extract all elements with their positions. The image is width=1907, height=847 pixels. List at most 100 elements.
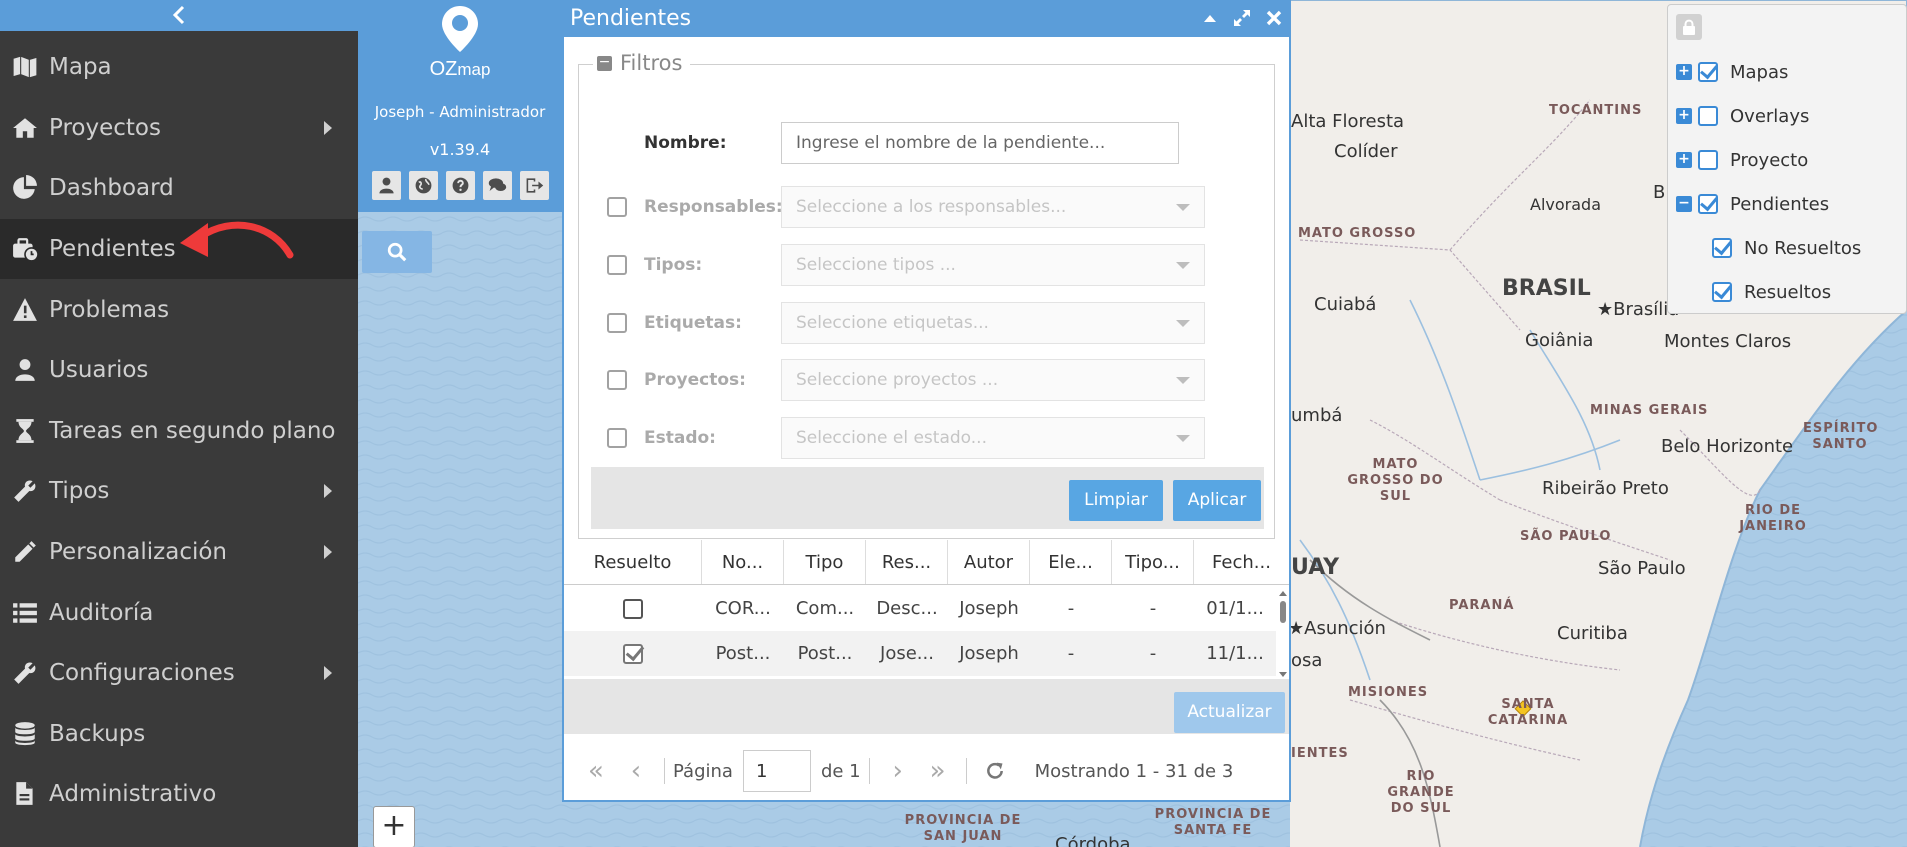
chevron-left-icon bbox=[172, 5, 185, 25]
logout-button[interactable] bbox=[520, 171, 549, 200]
filter-label: Proyectos: bbox=[644, 370, 746, 390]
sidebar-item-problemas[interactable]: Problemas bbox=[0, 279, 358, 340]
layer-checkbox[interactable] bbox=[1712, 282, 1732, 302]
column-header[interactable]: No... bbox=[702, 540, 784, 584]
column-header[interactable]: Res... bbox=[866, 540, 948, 584]
table-row[interactable]: COR... Com... Desc... Joseph - - 01/1... bbox=[564, 586, 1276, 631]
refresh-button[interactable]: Actualizar bbox=[1174, 692, 1285, 733]
maximize-button[interactable] bbox=[1231, 7, 1253, 29]
layer-resueltos[interactable]: Resueltos bbox=[1712, 279, 1831, 305]
lock-button[interactable] bbox=[1676, 14, 1702, 40]
next-page-button[interactable]: › bbox=[878, 751, 918, 791]
layer-checkbox[interactable] bbox=[1698, 194, 1718, 214]
prev-page-button[interactable]: ‹ bbox=[616, 751, 656, 791]
resolved-cell[interactable] bbox=[564, 631, 702, 676]
caret-right-icon bbox=[324, 666, 332, 681]
sidebar-item-proyectos[interactable]: Proyectos bbox=[0, 98, 358, 159]
layer-checkbox[interactable] bbox=[1698, 106, 1718, 126]
map-icon bbox=[8, 53, 42, 81]
sidebar-item-personalizacion[interactable]: Personalización bbox=[0, 522, 358, 583]
layer-pendientes[interactable]: − Pendientes bbox=[1676, 191, 1829, 217]
layer-proyecto[interactable]: + Proyecto bbox=[1676, 147, 1808, 173]
etiquetas-select[interactable]: Seleccione etiquetas... bbox=[781, 302, 1205, 344]
filter-checkbox[interactable] bbox=[607, 428, 627, 448]
page-input[interactable]: 1 bbox=[742, 750, 811, 792]
column-header[interactable]: Tipo... bbox=[1112, 540, 1194, 584]
layer-checkbox[interactable] bbox=[1698, 150, 1718, 170]
map-search-button[interactable] bbox=[362, 231, 432, 273]
sidebar-item-tipos[interactable]: Tipos bbox=[0, 461, 358, 522]
caret-right-icon bbox=[324, 545, 332, 560]
resolved-checkbox[interactable] bbox=[623, 643, 643, 664]
resolved-cell[interactable] bbox=[564, 586, 702, 631]
proyectos-select[interactable]: Seleccione proyectos ... bbox=[781, 359, 1205, 401]
minimize-button[interactable] bbox=[1199, 7, 1221, 29]
collapse-icon[interactable]: − bbox=[1676, 196, 1692, 212]
language-button[interactable] bbox=[409, 171, 438, 200]
filters-legend[interactable]: − Filtros bbox=[593, 51, 691, 75]
resolved-checkbox[interactable] bbox=[623, 598, 643, 619]
grid-scrollbar[interactable] bbox=[1277, 589, 1289, 679]
divider bbox=[664, 758, 665, 784]
layer-label: No Resueltos bbox=[1744, 237, 1862, 259]
apply-button[interactable]: Aplicar bbox=[1173, 480, 1261, 521]
sidebar-item-administrativo[interactable]: Administrativo bbox=[0, 764, 358, 825]
sidebar-item-mapa[interactable]: Mapa bbox=[0, 37, 358, 98]
sidebar-item-configuraciones[interactable]: Configuraciones bbox=[0, 643, 358, 704]
layer-overlays[interactable]: + Overlays bbox=[1676, 103, 1809, 129]
column-header[interactable]: Autor bbox=[948, 540, 1030, 584]
filter-checkbox[interactable] bbox=[607, 313, 627, 333]
sidebar-item-usuarios[interactable]: Usuarios bbox=[0, 340, 358, 401]
user-icon bbox=[379, 177, 394, 194]
pagination-toolbar: « ‹ Página 1 de 1 › » Mostrando 1 - 31 d… bbox=[564, 742, 1289, 800]
last-page-button[interactable]: » bbox=[918, 751, 958, 791]
clear-button[interactable]: Limpiar bbox=[1069, 480, 1163, 521]
expand-icon[interactable]: + bbox=[1676, 152, 1692, 168]
briefcase-clock-icon bbox=[8, 235, 42, 263]
filter-checkbox[interactable] bbox=[607, 197, 627, 217]
nombre-input[interactable]: Ingrese el nombre de la pendiente... bbox=[781, 122, 1179, 164]
profile-button[interactable] bbox=[372, 171, 401, 200]
sidebar-item-auditoria[interactable]: Auditoría bbox=[0, 582, 358, 643]
sidebar-item-dashboard[interactable]: Dashboard bbox=[0, 158, 358, 219]
responsables-select[interactable]: Seleccione a los responsables... bbox=[781, 186, 1205, 228]
layer-no-resueltos[interactable]: No Resueltos bbox=[1712, 235, 1861, 261]
window-title: Pendientes bbox=[570, 6, 692, 31]
column-header[interactable]: Fech... bbox=[1194, 540, 1289, 584]
user-name: Joseph - Administrador bbox=[374, 103, 546, 121]
collapse-filters-icon[interactable]: − bbox=[597, 55, 612, 71]
help-button[interactable] bbox=[446, 171, 475, 200]
wrench-icon bbox=[8, 659, 42, 687]
column-header[interactable]: Ele... bbox=[1030, 540, 1112, 584]
expand-icon[interactable]: + bbox=[1676, 108, 1692, 124]
column-header[interactable]: Resuelto bbox=[564, 540, 702, 584]
map-label-state: RIO GRANDE DO SUL bbox=[1387, 769, 1455, 816]
map-label-city: Córdoba bbox=[1055, 834, 1131, 847]
table-row[interactable]: Post... Post... Jose... Joseph - - 11/1.… bbox=[564, 631, 1276, 676]
layer-checkbox[interactable] bbox=[1698, 62, 1718, 82]
first-page-button[interactable]: « bbox=[576, 751, 616, 791]
sidebar-item-backups[interactable]: Backups bbox=[0, 704, 358, 765]
layer-label: Proyecto bbox=[1730, 149, 1809, 171]
map-label-state: TOCANTINS bbox=[1549, 103, 1643, 118]
estado-select[interactable]: Seleccione el estado... bbox=[781, 417, 1205, 459]
close-button[interactable] bbox=[1263, 7, 1285, 29]
sidebar-collapse-button[interactable] bbox=[0, 0, 358, 31]
sidebar-item-tareas[interactable]: Tareas en segundo plano bbox=[0, 401, 358, 462]
layer-mapas[interactable]: + Mapas bbox=[1676, 59, 1788, 85]
reload-button[interactable] bbox=[975, 751, 1015, 791]
table-cell: Jose... bbox=[880, 643, 934, 664]
expand-icon bbox=[1234, 10, 1250, 26]
tipos-select[interactable]: Seleccione tipos ... bbox=[781, 244, 1205, 286]
map-label-city: osa bbox=[1291, 650, 1323, 671]
chat-button[interactable] bbox=[483, 171, 512, 200]
expand-icon[interactable]: + bbox=[1676, 64, 1692, 80]
page-count: de 1 bbox=[820, 760, 861, 782]
filter-checkbox[interactable] bbox=[607, 255, 627, 275]
column-header[interactable]: Tipo bbox=[784, 540, 866, 584]
filter-checkbox[interactable] bbox=[607, 370, 627, 390]
layer-checkbox[interactable] bbox=[1712, 238, 1732, 258]
table-cell: Post... bbox=[715, 643, 771, 664]
zoom-in-button[interactable]: + bbox=[373, 806, 415, 847]
window-titlebar[interactable]: Pendientes bbox=[564, 2, 1289, 37]
